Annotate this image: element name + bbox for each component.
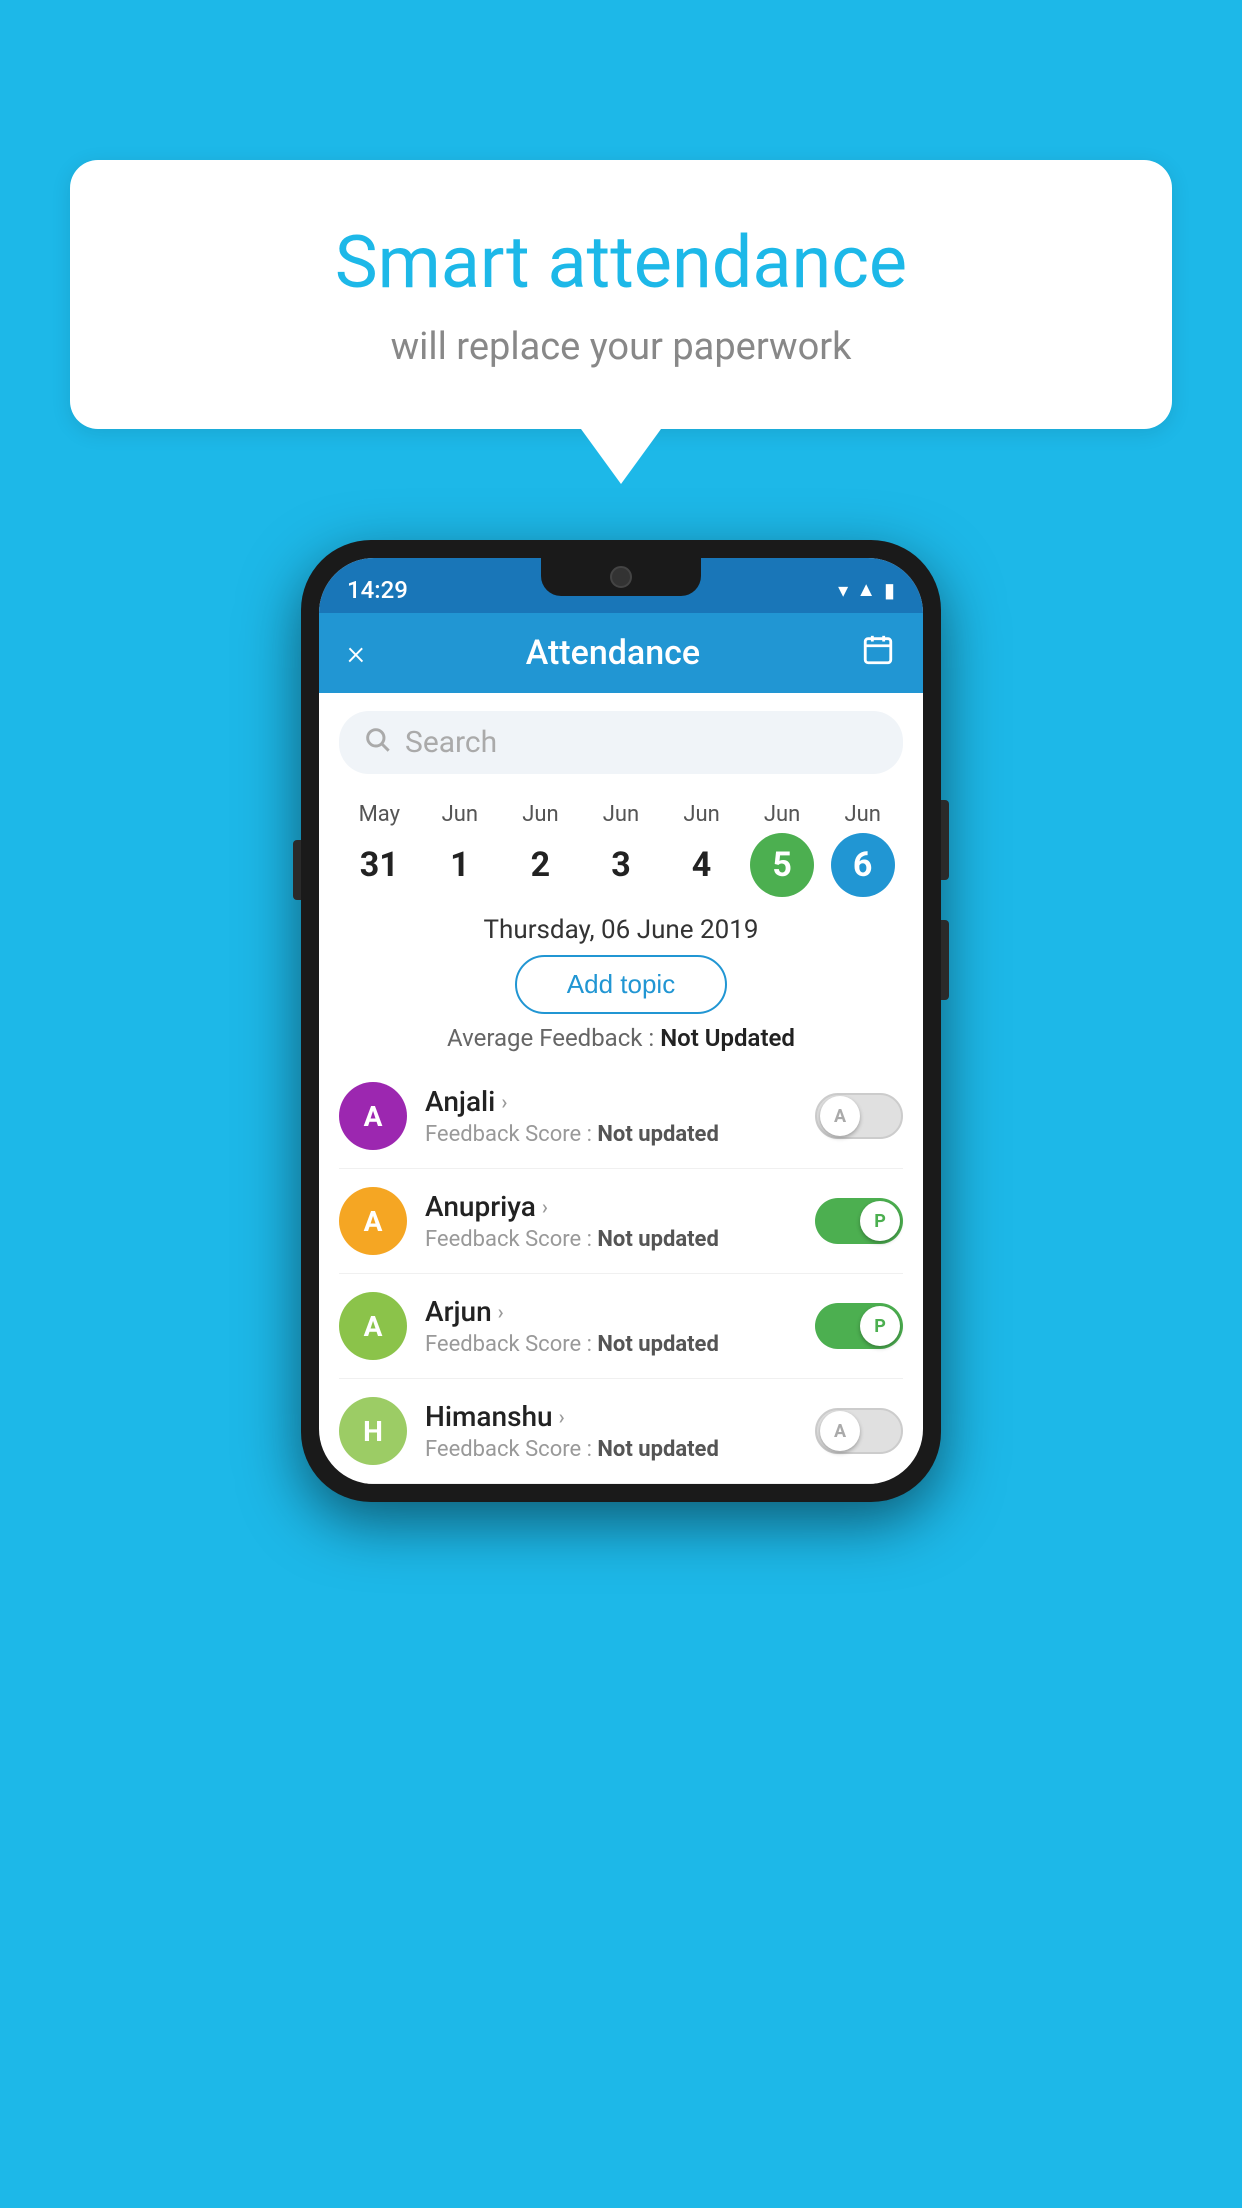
calendar-day[interactable]: Jun 5 — [750, 802, 814, 897]
chevron-icon: › — [542, 1195, 548, 1219]
student-avatar: A — [339, 1187, 407, 1255]
toggle-wrapper: A — [815, 1093, 903, 1139]
student-avatar: A — [339, 1082, 407, 1150]
app-bar: × Attendance — [319, 613, 923, 693]
app-bar-title: Attendance — [526, 633, 700, 673]
cal-date-number: 5 — [750, 833, 814, 897]
calendar-strip: May 31 Jun 1 Jun 2 Jun 3 Jun 4 Jun 5 Jun 6 — [319, 792, 923, 907]
cal-month-label: Jun — [442, 802, 478, 827]
student-feedback: Feedback Score : Not updated — [425, 1227, 797, 1252]
student-name: Anupriya › — [425, 1190, 797, 1223]
student-item[interactable]: H Himanshu › Feedback Score : Not updated A — [339, 1379, 903, 1484]
cal-date-number: 4 — [670, 833, 734, 897]
volume-button — [293, 840, 301, 900]
calendar-day[interactable]: Jun 1 — [428, 802, 492, 897]
student-info: Anjali › Feedback Score : Not updated — [425, 1085, 797, 1147]
student-feedback: Feedback Score : Not updated — [425, 1332, 797, 1357]
student-list: AAnjali ›Feedback Score : Not updatedAAA… — [319, 1064, 923, 1484]
selected-date: Thursday, 06 June 2019 — [319, 915, 923, 945]
student-feedback: Feedback Score : Not updated — [425, 1122, 797, 1147]
student-name: Himanshu › — [425, 1400, 797, 1433]
toggle-wrapper: A — [815, 1408, 903, 1454]
cal-date-number: 3 — [589, 833, 653, 897]
cal-month-label: May — [359, 802, 400, 827]
cal-month-label: Jun — [844, 802, 880, 827]
avg-feedback: Average Feedback : Not Updated — [319, 1024, 923, 1052]
front-camera — [610, 566, 632, 588]
student-info: Himanshu › Feedback Score : Not updated — [425, 1400, 797, 1462]
attendance-toggle[interactable]: P — [815, 1303, 903, 1349]
attendance-toggle[interactable]: A — [815, 1408, 903, 1454]
student-avatar: A — [339, 1292, 407, 1360]
student-name: Arjun › — [425, 1295, 797, 1328]
search-placeholder: Search — [405, 725, 497, 760]
calendar-day[interactable]: Jun 3 — [589, 802, 653, 897]
toggle-knob: A — [820, 1096, 860, 1136]
calendar-day[interactable]: Jun 4 — [670, 802, 734, 897]
toggle-wrapper: P — [815, 1198, 903, 1244]
cal-date-number: 1 — [428, 833, 492, 897]
cal-month-label: Jun — [603, 802, 639, 827]
cal-date-number: 2 — [508, 833, 572, 897]
cal-month-label: Jun — [683, 802, 719, 827]
student-item[interactable]: A Arjun › Feedback Score : Not updated P — [339, 1274, 903, 1379]
student-feedback: Feedback Score : Not updated — [425, 1437, 797, 1462]
power-button — [941, 800, 949, 880]
phone-screen: 14:29 ▾ ▲ ▮ × Attendance — [319, 558, 923, 1484]
calendar-day[interactable]: May 31 — [347, 802, 411, 897]
calendar-icon[interactable] — [861, 633, 895, 674]
status-icons: ▾ ▲ ▮ — [838, 577, 895, 602]
chevron-icon: › — [498, 1300, 504, 1324]
chevron-icon: › — [559, 1405, 565, 1429]
speech-bubble-subtitle: will replace your paperwork — [150, 325, 1092, 369]
speech-bubble: Smart attendance will replace your paper… — [70, 160, 1172, 429]
phone-wrapper: 14:29 ▾ ▲ ▮ × Attendance — [301, 540, 941, 1502]
student-info: Arjun › Feedback Score : Not updated — [425, 1295, 797, 1357]
student-item[interactable]: A Anjali › Feedback Score : Not updated A — [339, 1064, 903, 1169]
student-item[interactable]: A Anupriya › Feedback Score : Not updated P — [339, 1169, 903, 1274]
calendar-day[interactable]: Jun 2 — [508, 802, 572, 897]
calendar-day[interactable]: Jun 6 — [831, 802, 895, 897]
avg-feedback-value: Not Updated — [660, 1024, 795, 1052]
toggle-knob: P — [860, 1201, 900, 1241]
phone-notch — [541, 558, 701, 596]
speech-bubble-tail — [581, 429, 661, 484]
volume-down-button — [941, 920, 949, 1000]
add-topic-button[interactable]: Add topic — [515, 955, 727, 1014]
attendance-toggle[interactable]: A — [815, 1093, 903, 1139]
status-time: 14:29 — [347, 576, 408, 604]
student-name: Anjali › — [425, 1085, 797, 1118]
phone-frame: 14:29 ▾ ▲ ▮ × Attendance — [301, 540, 941, 1502]
cal-month-label: Jun — [522, 802, 558, 827]
speech-bubble-title: Smart attendance — [150, 220, 1092, 305]
battery-icon: ▮ — [884, 578, 895, 602]
search-bar[interactable]: Search — [339, 711, 903, 774]
toggle-knob: A — [820, 1411, 860, 1451]
student-info: Anupriya › Feedback Score : Not updated — [425, 1190, 797, 1252]
cal-date-number: 6 — [831, 833, 895, 897]
close-button[interactable]: × — [347, 633, 365, 673]
speech-bubble-container: Smart attendance will replace your paper… — [70, 160, 1172, 484]
cal-month-label: Jun — [764, 802, 800, 827]
cal-date-number: 31 — [347, 833, 411, 897]
wifi-icon: ▾ — [838, 578, 848, 602]
toggle-knob: P — [860, 1306, 900, 1346]
attendance-toggle[interactable]: P — [815, 1198, 903, 1244]
chevron-icon: › — [501, 1090, 507, 1114]
search-icon — [363, 725, 391, 760]
signal-icon: ▲ — [856, 577, 876, 602]
student-avatar: H — [339, 1397, 407, 1465]
avg-feedback-label: Average Feedback : — [447, 1024, 654, 1052]
toggle-wrapper: P — [815, 1303, 903, 1349]
